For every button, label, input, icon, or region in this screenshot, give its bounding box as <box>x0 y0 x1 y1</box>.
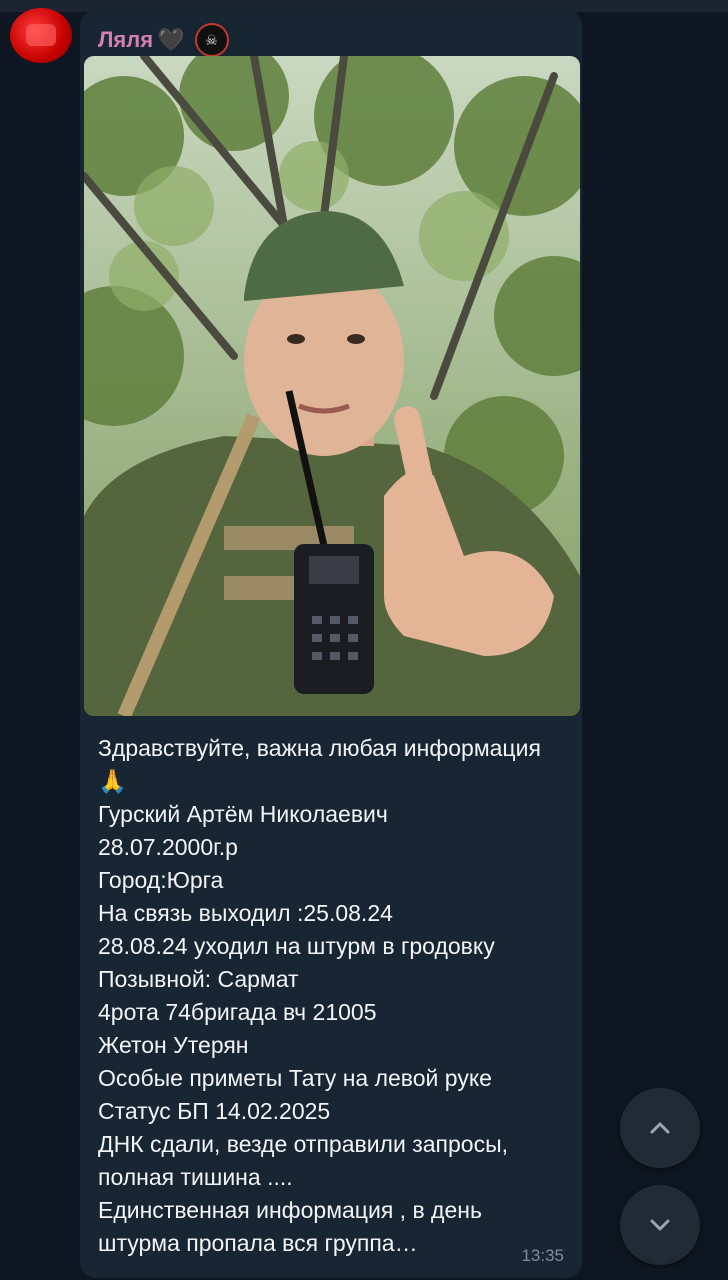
message-photo[interactable] <box>84 56 580 716</box>
black-heart-emoji: 🖤 <box>157 27 185 52</box>
message-bubble[interactable]: Ляля 🖤 ☠ Здравствуйте, важна любая инфор… <box>80 10 582 1278</box>
scroll-up-button[interactable] <box>620 1088 700 1168</box>
sender-name[interactable]: Ляля <box>98 27 153 53</box>
avatar-image <box>26 24 56 46</box>
message-text: Здравствуйте, важна любая информация 🙏 Г… <box>98 735 541 1256</box>
skull-emblem-icon: ☠ <box>194 23 229 57</box>
message-time: 13:35 <box>521 1246 564 1265</box>
chevron-down-icon <box>650 1219 670 1231</box>
sender-avatar[interactable] <box>10 8 72 63</box>
chevron-up-icon <box>650 1122 670 1134</box>
scroll-down-button[interactable] <box>620 1185 700 1265</box>
